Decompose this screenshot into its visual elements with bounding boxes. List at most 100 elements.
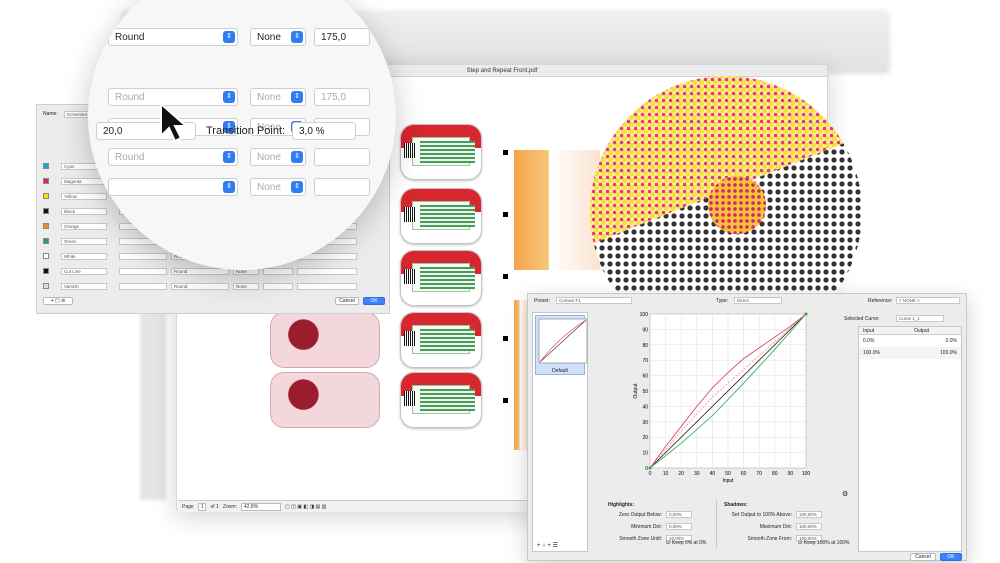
screen-style-select[interactable]: Round ⇕	[108, 148, 238, 166]
ink-row[interactable]: Cut Line Round None	[43, 266, 357, 276]
settings-gear-icon[interactable]: ⚙	[842, 490, 848, 498]
ink-style[interactable]: Round	[171, 282, 229, 290]
select-value: None	[257, 152, 281, 163]
screen-style-select[interactable]: Round ⇕	[108, 28, 238, 46]
frequency-field[interactable]: 175,0	[314, 28, 370, 46]
select-value: None	[257, 32, 281, 43]
artwork-label	[270, 372, 380, 428]
highlights-title: Highlights:	[608, 502, 635, 508]
preset-label: Preset:	[534, 298, 550, 304]
x-tick-label: 100	[802, 471, 811, 477]
preset-name: Default	[552, 368, 568, 374]
tool-palette	[140, 300, 166, 500]
y-tick-label: 90	[642, 327, 648, 333]
curve-point[interactable]	[804, 312, 808, 316]
setting-field[interactable]: 0,00%	[666, 523, 692, 530]
ink-name: Cut Line	[61, 267, 107, 275]
ink-freq[interactable]	[263, 282, 293, 290]
ink-name: Magenta	[61, 177, 107, 185]
page-input[interactable]: 1	[197, 502, 207, 511]
setting-label: Smooth Zone From:	[747, 536, 792, 542]
ink-other[interactable]	[297, 267, 357, 275]
artwork-label	[514, 300, 528, 450]
y-tick-label: 10	[642, 451, 648, 457]
selected-curve-select[interactable]: Curve 1_1	[896, 315, 944, 322]
preset-item[interactable]: Default	[535, 315, 588, 375]
ink-name: Orange	[61, 222, 107, 230]
curve-chart[interactable]: 00 10 10 20 20 30 30 40 40 50 50 60 60 70 70 80 80 90 90 10…	[632, 308, 822, 488]
frequency-field[interactable]: 175,0	[314, 88, 370, 106]
ink-other[interactable]	[297, 282, 357, 290]
x-tick-label: 10	[663, 471, 669, 477]
select-value: None	[257, 182, 281, 193]
x-tick-label: 70	[756, 471, 762, 477]
cancel-button[interactable]: Cancel	[910, 553, 936, 561]
screen-angle-select[interactable]: None ⇕	[250, 148, 306, 166]
table-row[interactable]: 100.0% 100.0%	[859, 347, 961, 359]
preset-thumbnail	[538, 318, 588, 364]
chevron-down-icon: ⇕	[291, 91, 303, 103]
cancel-button[interactable]: Cancel	[335, 297, 359, 305]
artwork-label	[400, 372, 482, 428]
frequency-field[interactable]	[314, 148, 370, 166]
select-value: Round	[115, 152, 145, 163]
ink-name: Green	[61, 237, 107, 245]
ink-swatch	[43, 178, 49, 184]
screen-angle-select[interactable]: None ⇕	[250, 28, 306, 46]
transition-label: Transition Point:	[206, 125, 286, 137]
y-tick-label: 60	[642, 374, 648, 380]
type-select[interactable]: Direct	[734, 297, 782, 304]
ink-screen[interactable]	[119, 282, 167, 290]
registration-mark	[503, 150, 508, 155]
add-remove-buttons[interactable]: + ▢ ⊘	[43, 297, 73, 305]
shadows-title: Shadows:	[724, 502, 748, 508]
registration-mark	[503, 212, 508, 217]
chevron-down-icon: ⇕	[223, 91, 235, 103]
curve-point[interactable]	[648, 466, 652, 470]
screen-style-select[interactable]: ⇕	[108, 178, 238, 196]
select-value: None	[257, 92, 281, 103]
y-tick-label: 80	[642, 343, 648, 349]
ink-row[interactable]: Varnish Round None	[43, 281, 357, 291]
setting-label: Zero Output Below:	[618, 512, 662, 518]
y-tick-label: 70	[642, 358, 648, 364]
transition-field[interactable]: 3,0 %	[292, 122, 356, 140]
selected-curve-label: Selected Curve:	[844, 316, 880, 322]
keep-highlight-label: Keep 0% at 0%	[671, 540, 707, 546]
setting-field[interactable]: 100,00%	[796, 511, 822, 518]
artwork-label	[270, 312, 380, 368]
ink-screen[interactable]	[119, 267, 167, 275]
ok-button[interactable]: OK	[940, 553, 962, 561]
ink-name: White	[61, 252, 107, 260]
ink-swatch	[43, 268, 49, 274]
name-label: Name:	[43, 111, 58, 117]
setting-field[interactable]: 100,00%	[796, 523, 822, 530]
type-label: Type:	[716, 298, 729, 304]
table-row[interactable]: 0.0% 0.0%	[859, 335, 961, 347]
view-tools: ▢ ◫ ▣ ◧ ◨ ▤ ▥	[284, 503, 327, 510]
screen-angle-select[interactable]: None ⇕	[250, 88, 306, 106]
page-count: of 1	[210, 503, 219, 510]
preset-field[interactable]: Comexi F1	[556, 297, 632, 304]
keep-shadow-label: Keep 100% at 100%	[803, 540, 850, 546]
ok-button[interactable]: OK	[363, 297, 385, 305]
y-tick-label: 100	[640, 312, 649, 318]
keep-highlight-checkbox[interactable]: ☑ Keep 0% at 0%	[666, 540, 706, 546]
zoom-label: Zoom:	[222, 503, 237, 510]
keep-shadow-checkbox[interactable]: ☑ Keep 100% at 100%	[798, 540, 849, 546]
ink-screen[interactable]	[119, 252, 167, 260]
screen-angle-select[interactable]: None ⇕	[250, 178, 306, 196]
zoom-input[interactable]: 42,8%	[240, 502, 281, 511]
x-tick-label: 60	[741, 471, 747, 477]
list-controls[interactable]: + − + ☰	[537, 542, 558, 549]
x-tick-label: 20	[678, 471, 684, 477]
ink-name: Black	[61, 207, 107, 215]
ink-freq[interactable]	[263, 267, 293, 275]
select-value: Round	[115, 92, 145, 103]
ink-swatch	[43, 208, 49, 214]
x-tick-label: 0	[649, 471, 652, 477]
setting-field[interactable]: 0,00%	[666, 511, 692, 518]
reference-select[interactable]: < NONE >	[896, 297, 960, 304]
ink-angle[interactable]: None	[233, 282, 259, 290]
frequency-field[interactable]	[314, 178, 370, 196]
